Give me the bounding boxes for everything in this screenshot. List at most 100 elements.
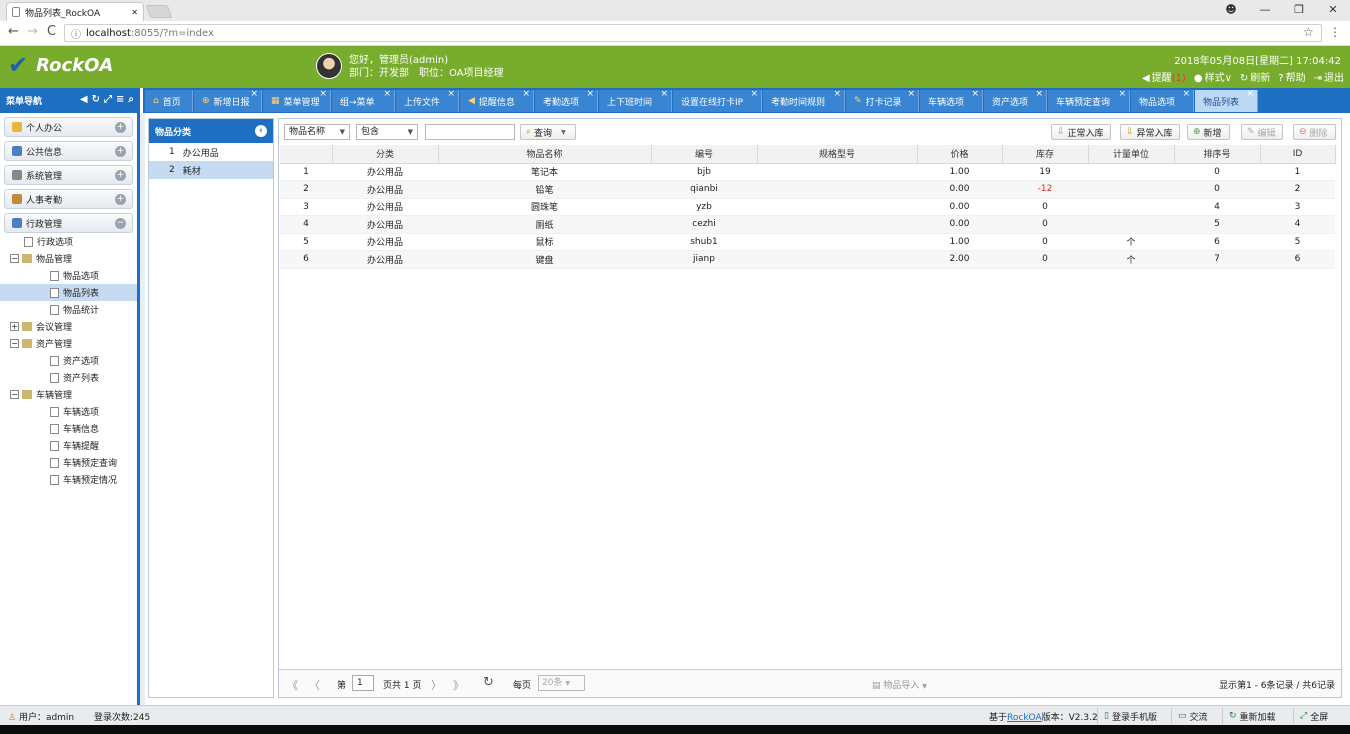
tree-toggle-icon[interactable]: − bbox=[10, 254, 19, 263]
column-header[interactable]: 价格 bbox=[917, 145, 1003, 164]
header-link-1[interactable]: ● 样式∨ bbox=[1194, 69, 1232, 84]
search-icon[interactable]: ⌕ bbox=[128, 94, 134, 105]
close-tab-icon[interactable]: × bbox=[586, 89, 594, 99]
sidebar-item-0[interactable]: 行政选项 bbox=[0, 233, 137, 250]
footer-button-0[interactable]: ▯ 登录手机版 bbox=[1097, 708, 1163, 724]
tab-14[interactable]: 物品选项 × bbox=[1131, 89, 1194, 112]
browser-tab[interactable]: 物品列表_RockOA ✕ bbox=[6, 2, 144, 21]
close-tab-icon[interactable]: × bbox=[833, 89, 841, 99]
avatar[interactable] bbox=[316, 53, 342, 79]
tree-toggle-icon[interactable]: + bbox=[10, 322, 19, 331]
fullscreen-icon[interactable]: ⤢ bbox=[104, 94, 112, 105]
sidebar-item-7[interactable]: 资产选项 bbox=[0, 352, 137, 369]
sidebar-item-5[interactable]: + 会议管理 bbox=[0, 318, 137, 335]
toolbar-button-0[interactable]: ⇩ 正常入库 bbox=[1051, 124, 1111, 140]
refresh-icon[interactable]: ↻ bbox=[92, 94, 100, 105]
tab-15[interactable]: 物品列表 × bbox=[1195, 89, 1258, 112]
header-link-3[interactable]: ? 帮助 bbox=[1278, 69, 1305, 84]
column-header[interactable]: 计量单位 bbox=[1088, 145, 1175, 164]
version-link[interactable]: RockOA bbox=[1007, 713, 1042, 723]
minimize-button[interactable]: — bbox=[1248, 0, 1282, 21]
sidebar-item-8[interactable]: 资产列表 bbox=[0, 369, 137, 386]
sidebar-item-6[interactable]: − 资产管理 bbox=[0, 335, 137, 352]
close-window-button[interactable]: ✕ bbox=[1316, 0, 1350, 21]
collapse-group-icon[interactable]: − bbox=[115, 218, 126, 229]
import-button[interactable]: ▤ 物品导入 ▼ bbox=[872, 678, 927, 691]
back-button[interactable]: ← bbox=[8, 24, 19, 39]
sidebar-splitter[interactable] bbox=[140, 113, 145, 705]
search-button[interactable]: ⌕ 查询 ▼ bbox=[520, 124, 576, 140]
forward-button[interactable]: → bbox=[27, 24, 38, 39]
search-input[interactable] bbox=[425, 124, 515, 140]
close-tab-icon[interactable]: × bbox=[319, 89, 327, 99]
new-tab-button[interactable] bbox=[145, 5, 173, 18]
first-page-button[interactable]: 《 bbox=[287, 677, 298, 693]
close-tab-icon[interactable]: × bbox=[250, 89, 258, 99]
tab-12[interactable]: 资产选项 × bbox=[984, 89, 1047, 112]
footer-button-3[interactable]: ⤢ 全屏 bbox=[1293, 708, 1334, 724]
table-row[interactable]: 2 办公用品 铅笔 qianbi 0.00 -12 0 2 bbox=[280, 180, 1335, 199]
table-row[interactable]: 5 办公用品 鼠标 shub1 1.00 0 个 6 5 bbox=[280, 233, 1335, 251]
table-row[interactable]: 6 办公用品 键盘 jianp 2.00 0 个 7 6 bbox=[280, 250, 1335, 269]
close-tab-icon[interactable]: × bbox=[522, 89, 530, 99]
page-number-input[interactable]: 1 bbox=[352, 675, 374, 691]
expand-group-icon[interactable]: + bbox=[115, 122, 126, 133]
column-header[interactable]: 排序号 bbox=[1174, 145, 1261, 164]
field-select[interactable]: 物品名称 ▼ bbox=[284, 124, 350, 140]
expand-group-icon[interactable]: + bbox=[115, 170, 126, 181]
close-tab-icon[interactable]: × bbox=[1246, 89, 1254, 99]
sidebar-item-1[interactable]: − 物品管理 bbox=[0, 250, 137, 267]
footer-button-2[interactable]: ↻ 重新加载 bbox=[1222, 708, 1282, 724]
close-tab-icon[interactable]: × bbox=[660, 89, 668, 99]
table-row[interactable]: 4 办公用品 厕纸 cezhi 0.00 0 5 4 bbox=[280, 215, 1335, 234]
sidebar-item-14[interactable]: 车辆预定情况 bbox=[0, 471, 137, 488]
sidebar-group-3[interactable]: 人事考勤 + bbox=[4, 189, 133, 209]
info-icon[interactable]: ⓘ bbox=[71, 26, 81, 41]
sidebar-group-2[interactable]: 系统管理 + bbox=[4, 165, 133, 185]
tab-0[interactable]: ⌂ 首页 bbox=[145, 90, 193, 112]
close-tab-icon[interactable]: × bbox=[1035, 89, 1043, 99]
column-header[interactable]: ID bbox=[1260, 145, 1336, 164]
table-row[interactable]: 3 办公用品 圆珠笔 yzb 0.00 0 4 3 bbox=[280, 198, 1335, 216]
tab-9[interactable]: 考勤时间规则 × bbox=[763, 89, 845, 112]
close-tab-icon[interactable]: × bbox=[447, 89, 455, 99]
close-tab-icon[interactable]: × bbox=[1182, 89, 1190, 99]
sidebar-item-11[interactable]: 车辆信息 bbox=[0, 420, 137, 437]
tab-7[interactable]: 上下班时间 × bbox=[599, 89, 672, 112]
next-page-button[interactable]: 〉 bbox=[431, 677, 442, 693]
sidebar-group-0[interactable]: 个人办公 + bbox=[4, 117, 133, 137]
tab-6[interactable]: 考勤选项 × bbox=[535, 89, 598, 112]
close-tab-icon[interactable]: × bbox=[750, 89, 758, 99]
column-header[interactable] bbox=[280, 145, 333, 164]
tab-13[interactable]: 车辆预定查询 × bbox=[1048, 89, 1130, 112]
expand-group-icon[interactable]: + bbox=[115, 194, 126, 205]
reload-button[interactable]: C bbox=[47, 24, 56, 39]
sidebar-item-2[interactable]: 物品选项 bbox=[0, 267, 137, 284]
collapse-category-icon[interactable]: ‹ bbox=[255, 125, 267, 137]
close-tab-icon[interactable]: × bbox=[383, 89, 391, 99]
category-item-0[interactable]: 1 办公用品 bbox=[149, 143, 273, 161]
prev-page-button[interactable]: 〈 bbox=[309, 677, 320, 693]
browser-menu-icon[interactable]: ⋮ bbox=[1329, 25, 1341, 39]
column-header[interactable]: 库存 bbox=[1002, 145, 1089, 164]
column-header[interactable]: 规格型号 bbox=[757, 145, 918, 164]
refresh-grid-button[interactable]: ↻ bbox=[483, 675, 494, 690]
column-header[interactable]: 物品名称 bbox=[438, 145, 652, 164]
close-tab-icon[interactable]: × bbox=[907, 89, 915, 99]
header-link-0[interactable]: ◀ 提醒(1) bbox=[1142, 69, 1186, 84]
per-page-select[interactable]: 20条 ▼ bbox=[538, 675, 585, 691]
tab-4[interactable]: 上传文件 × bbox=[396, 89, 459, 112]
table-row[interactable]: 1 办公用品 笔记本 bjb 1.00 19 0 1 bbox=[280, 163, 1335, 181]
tab-11[interactable]: 车辆选项 × bbox=[920, 89, 983, 112]
list-icon[interactable]: ≡ bbox=[116, 94, 124, 105]
last-page-button[interactable]: 》 bbox=[453, 677, 464, 693]
sidebar-item-3[interactable]: 物品列表 bbox=[0, 284, 137, 301]
header-link-2[interactable]: ↻ 刷新 bbox=[1240, 69, 1270, 84]
sidebar-item-12[interactable]: 车辆提醒 bbox=[0, 437, 137, 454]
sidebar-item-9[interactable]: − 车辆管理 bbox=[0, 386, 137, 403]
tab-5[interactable]: ◀ 提醒信息 × bbox=[460, 89, 534, 112]
column-header[interactable]: 分类 bbox=[332, 145, 439, 164]
tab-3[interactable]: 组→菜单 × bbox=[332, 89, 395, 112]
tab-10[interactable]: ✎ 打卡记录 × bbox=[846, 89, 919, 112]
close-tab-icon[interactable]: ✕ bbox=[131, 8, 138, 17]
